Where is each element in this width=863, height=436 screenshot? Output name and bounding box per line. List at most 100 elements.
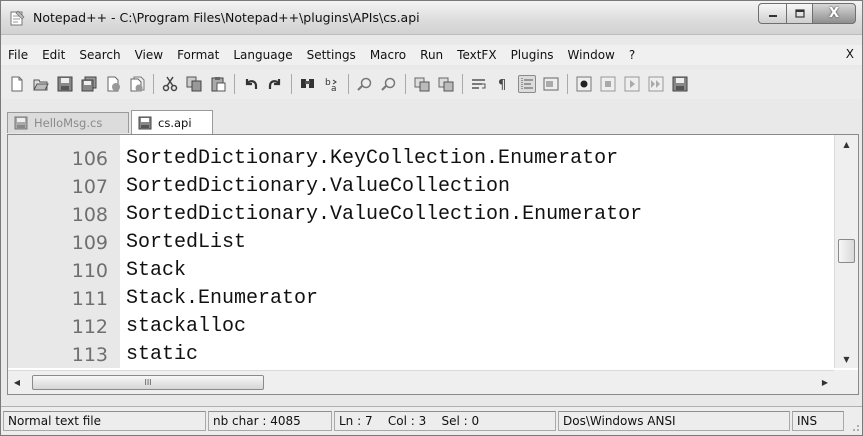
indent-guide-icon[interactable] (518, 75, 536, 93)
scrollbar-corner (834, 370, 858, 394)
saved-file-icon (14, 116, 28, 130)
line-text[interactable]: Stack.Enumerator (126, 285, 318, 313)
toolbar-separator (234, 74, 235, 94)
vertical-scrollbar[interactable]: ▲ ▼ (834, 135, 858, 368)
record-macro-icon[interactable] (575, 75, 593, 93)
open-file-icon[interactable] (32, 75, 50, 93)
menu-bar: File Edit Search View Format Language Se… (1, 45, 862, 65)
svg-text:¶: ¶ (498, 78, 506, 92)
code-line: 113 static (8, 341, 834, 369)
zoom-in-icon[interactable] (356, 75, 374, 93)
resize-grip-icon[interactable] (848, 420, 860, 432)
status-bar: Normal text file nb char : 4085 Ln : 7 C… (1, 406, 862, 434)
code-area[interactable]: 106 SortedDictionary.KeyCollection.Enume… (8, 145, 834, 369)
code-line: 110 Stack (8, 257, 834, 285)
tab-label: cs.api (158, 115, 192, 130)
menu-view[interactable]: View (128, 48, 170, 62)
toolbar-separator (291, 74, 292, 94)
menu-settings[interactable]: Settings (300, 48, 363, 62)
stop-macro-icon[interactable] (599, 75, 617, 93)
tab-bar: HelloMsg.cs cs.api (1, 109, 862, 134)
menu-run[interactable]: Run (413, 48, 450, 62)
toolbar-separator (405, 74, 406, 94)
show-all-chars-icon[interactable]: ¶ (494, 75, 512, 93)
line-text[interactable]: static (126, 341, 198, 369)
notepadpp-app-icon[interactable] (9, 10, 25, 26)
new-file-icon[interactable] (8, 75, 26, 93)
line-number: 110 (71, 260, 108, 282)
line-number: 113 (71, 344, 108, 366)
save-macro-icon[interactable] (671, 75, 689, 93)
close-document-button[interactable]: X (846, 47, 854, 61)
menu-window[interactable]: Window (561, 48, 622, 62)
user-lang-icon[interactable] (542, 75, 560, 93)
maximize-button[interactable] (786, 3, 812, 24)
menu-file[interactable]: File (1, 48, 35, 62)
menu-edit[interactable]: Edit (35, 48, 72, 62)
status-cursor-position: Ln : 7 Col : 3 Sel : 0 (334, 411, 556, 431)
menu-textfx[interactable]: TextFX (450, 48, 503, 62)
maximize-icon (794, 8, 805, 18)
scroll-right-button[interactable]: ▶ (816, 371, 834, 394)
close-icon[interactable] (104, 75, 122, 93)
triangle-down-icon: ▼ (843, 354, 850, 364)
paste-icon[interactable] (209, 75, 227, 93)
line-text[interactable]: Stack (126, 257, 186, 285)
menu-macro[interactable]: Macro (363, 48, 413, 62)
line-text[interactable]: stackalloc (126, 313, 246, 341)
menu-help[interactable]: ? (622, 48, 642, 62)
code-line: 106 SortedDictionary.KeyCollection.Enume… (8, 145, 834, 173)
menu-language[interactable]: Language (226, 48, 299, 62)
replace-icon[interactable]: ba (323, 75, 341, 93)
find-icon[interactable] (299, 75, 317, 93)
line-text[interactable]: SortedList (126, 229, 246, 257)
line-number: 109 (71, 232, 108, 254)
toolbar-separator (567, 74, 568, 94)
code-line: 111 Stack.Enumerator (8, 285, 834, 313)
scroll-down-button[interactable]: ▼ (835, 350, 858, 368)
save-all-icon[interactable] (80, 75, 98, 93)
line-text[interactable]: SortedDictionary.ValueCollection.Enumera… (126, 201, 642, 229)
vertical-scroll-thumb[interactable] (838, 239, 855, 263)
menu-format[interactable]: Format (170, 48, 226, 62)
triangle-up-icon: ▲ (843, 139, 850, 149)
play-macro-icon[interactable] (623, 75, 641, 93)
window-title: Notepad++ - C:\Program Files\Notepad++\p… (33, 10, 420, 25)
title-bar[interactable]: Notepad++ - C:\Program Files\Notepad++\p… (1, 1, 862, 35)
close-all-icon[interactable] (128, 75, 146, 93)
editor-pane[interactable]: 106 SortedDictionary.KeyCollection.Enume… (7, 134, 859, 395)
cut-icon[interactable] (161, 75, 179, 93)
tab-hellomsg[interactable]: HelloMsg.cs (7, 112, 129, 133)
code-line: 109 SortedList (8, 229, 834, 257)
horizontal-scroll-thumb[interactable]: III (32, 375, 264, 390)
menu-plugins[interactable]: Plugins (504, 48, 561, 62)
saved-file-icon (138, 116, 152, 129)
minimize-button[interactable] (758, 3, 786, 24)
copy-icon[interactable] (185, 75, 203, 93)
line-number: 107 (71, 176, 108, 198)
sync-horizontal-icon[interactable] (437, 75, 455, 93)
redo-icon[interactable] (266, 75, 284, 93)
minimize-icon (768, 14, 777, 17)
grip-icon: III (144, 378, 152, 387)
save-icon[interactable] (56, 75, 74, 93)
sync-vertical-icon[interactable] (413, 75, 431, 93)
run-macro-multiple-icon[interactable] (647, 75, 665, 93)
status-insert-mode: INS (792, 411, 844, 431)
close-window-button[interactable]: X (812, 3, 856, 24)
code-line: 108 SortedDictionary.ValueCollection.Enu… (8, 201, 834, 229)
status-char-count: nb char : 4085 (208, 411, 332, 431)
word-wrap-icon[interactable] (470, 75, 488, 93)
line-text[interactable]: SortedDictionary.ValueCollection (126, 173, 510, 201)
scroll-left-button[interactable]: ◀ (8, 371, 26, 394)
menu-search[interactable]: Search (72, 48, 127, 62)
horizontal-scrollbar[interactable]: ◀ III ▶ (8, 370, 834, 394)
tab-cs-api[interactable]: cs.api (131, 110, 213, 134)
code-line: 107 SortedDictionary.ValueCollection (8, 173, 834, 201)
line-number: 108 (71, 204, 108, 226)
notepadpp-window: Notepad++ - C:\Program Files\Notepad++\p… (0, 0, 863, 436)
scroll-up-button[interactable]: ▲ (835, 135, 858, 153)
line-text[interactable]: SortedDictionary.KeyCollection.Enumerato… (126, 145, 618, 173)
undo-icon[interactable] (242, 75, 260, 93)
zoom-out-icon[interactable] (380, 75, 398, 93)
